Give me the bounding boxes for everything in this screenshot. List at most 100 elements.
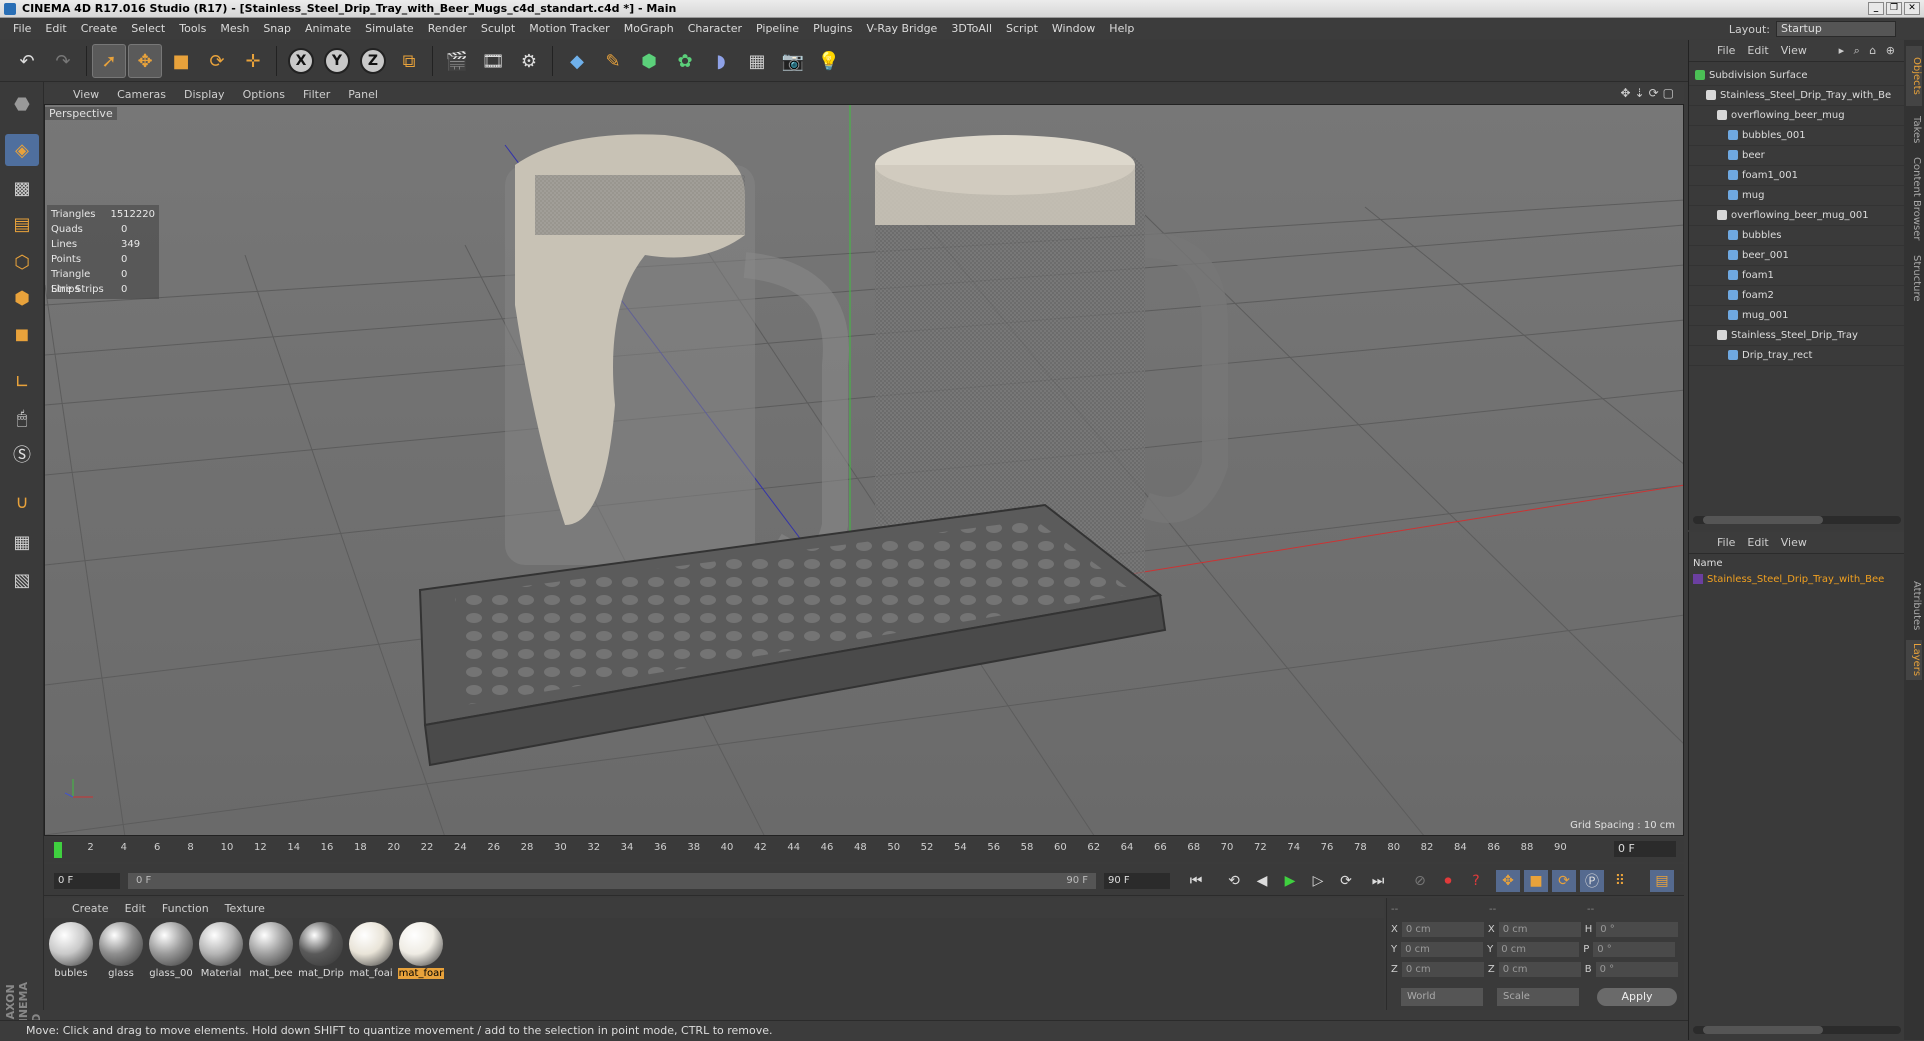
menu-character[interactable]: Character [681, 19, 749, 39]
tab-takes[interactable]: Takes [1906, 110, 1922, 150]
object-tree-item[interactable]: Drip_tray_rect [1689, 346, 1905, 366]
lock-workplane-icon[interactable]: ▦ [5, 526, 39, 558]
camera-label[interactable]: Perspective [45, 107, 117, 120]
tab-objects[interactable]: Objects [1906, 46, 1922, 106]
magnet-icon[interactable]: ∪ [5, 486, 39, 518]
3d-viewport[interactable]: Perspective Triangles 1512220 Quads 0 Line… [44, 104, 1684, 836]
workplane-mode-icon[interactable]: ▤ [5, 208, 39, 240]
material-swatch[interactable]: glass [98, 922, 144, 979]
object-tree-item[interactable]: overflowing_beer_mug [1689, 106, 1905, 126]
object-tree-item[interactable]: beer [1689, 146, 1905, 166]
cube-primitive-icon[interactable]: ◆ [560, 44, 594, 78]
scale-tool-icon[interactable]: ■ [164, 44, 198, 78]
key-pla-icon[interactable]: ⠿ [1608, 870, 1632, 892]
playhead[interactable] [54, 842, 62, 858]
render-settings-icon[interactable]: ⚙ [512, 44, 546, 78]
viewport-nav-icons[interactable]: ✥⇣⟳▢ [1620, 86, 1678, 100]
close-button[interactable]: ✕ [1904, 2, 1920, 15]
timeline-ruler[interactable]: 0246810121416182022242628303234363840424… [44, 838, 1684, 862]
undo-icon[interactable]: ↶ [10, 44, 44, 78]
pen-spline-icon[interactable]: ✎ [596, 44, 630, 78]
menu-motion-tracker[interactable]: Motion Tracker [522, 19, 616, 39]
size-y-field[interactable]: 0 cm [1497, 941, 1580, 957]
tweak-mode-icon[interactable]: 🖱 [5, 402, 39, 434]
material-swatch[interactable]: mat_foar [398, 922, 444, 979]
material-menu-edit[interactable]: Edit [117, 902, 154, 915]
menu-simulate[interactable]: Simulate [358, 19, 421, 39]
object-tree-item[interactable]: mug [1689, 186, 1905, 206]
points-mode-icon[interactable]: ⬡ [5, 246, 39, 278]
light-icon[interactable]: 💡 [812, 44, 846, 78]
axis-y-lock-button[interactable]: Y [320, 44, 354, 78]
object-tree-item[interactable]: bubbles_001 [1689, 126, 1905, 146]
menu-sculpt[interactable]: Sculpt [474, 19, 522, 39]
position-y-field[interactable]: 0 cm [1401, 941, 1484, 957]
camera-icon[interactable]: 📷 [776, 44, 810, 78]
texture-mode-icon[interactable]: ▩ [5, 172, 39, 204]
menu-file[interactable]: File [6, 19, 38, 39]
menu-3dtoall[interactable]: 3DToAll [944, 19, 999, 39]
axis-mode-icon[interactable]: ∟ [5, 366, 39, 398]
previous-key-icon[interactable]: ⟲ [1222, 870, 1246, 892]
object-tree-item[interactable]: bubbles [1689, 226, 1905, 246]
menu-edit[interactable]: Edit [38, 19, 73, 39]
object-menu-file[interactable]: File [1711, 44, 1741, 57]
size-x-field[interactable]: 0 cm [1498, 921, 1581, 937]
floor-scene-icon[interactable]: ▦ [740, 44, 774, 78]
current-frame-field[interactable]: 0 F [1614, 841, 1676, 857]
start-frame-field[interactable]: 0 F [54, 873, 120, 889]
go-to-end-icon[interactable]: ⏭ [1366, 870, 1390, 892]
redo-icon[interactable]: ↷ [46, 44, 80, 78]
array-generator-icon[interactable]: ✿ [668, 44, 702, 78]
go-to-start-icon[interactable]: ⏮ [1184, 870, 1208, 892]
rotate-tool-icon[interactable]: ⟳ [200, 44, 234, 78]
object-tree-item[interactable]: Stainless_Steel_Drip_Tray [1689, 326, 1905, 346]
menu-plugins[interactable]: Plugins [806, 19, 859, 39]
next-frame-icon[interactable]: ▷ [1306, 870, 1330, 892]
material-swatch[interactable]: bubles [48, 922, 94, 979]
polygons-mode-icon[interactable]: ◼ [5, 318, 39, 350]
previous-frame-icon[interactable]: ◀ [1250, 870, 1274, 892]
viewport-menu-view[interactable]: View [64, 88, 108, 101]
rotation-h-field[interactable]: 0 ° [1596, 921, 1679, 937]
model-mode-icon[interactable]: ◈ [5, 134, 39, 166]
record-keys-icon[interactable]: ⊘ [1408, 870, 1432, 892]
maximize-button[interactable]: ❐ [1886, 2, 1902, 15]
menu-script[interactable]: Script [999, 19, 1045, 39]
layer-menu-file[interactable]: File [1711, 536, 1741, 549]
preview-range-slider[interactable]: 0 F 90 F [128, 873, 1096, 889]
object-tree-item[interactable]: mug_001 [1689, 306, 1905, 326]
layer-menu-view[interactable]: View [1775, 536, 1813, 549]
menu-tools[interactable]: Tools [172, 19, 213, 39]
layer-menu-edit[interactable]: Edit [1741, 536, 1774, 549]
key-parameter-icon[interactable]: Ⓟ [1580, 870, 1604, 892]
recent-tool-icon[interactable]: ✛ [236, 44, 270, 78]
coordinate-system-icon[interactable]: ⧉ [392, 44, 426, 78]
layout-dropdown[interactable]: Startup [1776, 21, 1896, 37]
menu-pipeline[interactable]: Pipeline [749, 19, 806, 39]
snap-icon[interactable]: Ⓢ [5, 438, 39, 470]
play-icon[interactable]: ▶ [1278, 870, 1302, 892]
viewport-menu-panel[interactable]: Panel [339, 88, 387, 101]
layer-manager-scrollbar[interactable] [1693, 1026, 1901, 1034]
edges-mode-icon[interactable]: ⬢ [5, 282, 39, 314]
object-tree-item[interactable]: beer_001 [1689, 246, 1905, 266]
material-swatch[interactable]: mat_bee [248, 922, 294, 979]
object-menu-view[interactable]: View [1775, 44, 1813, 57]
tab-content-browser[interactable]: Content Browser [1906, 154, 1922, 244]
viewport-menu-options[interactable]: Options [234, 88, 294, 101]
keyframe-selection-icon[interactable]: ? [1464, 870, 1488, 892]
material-menu-texture[interactable]: Texture [217, 902, 273, 915]
material-swatch[interactable]: glass_00 [148, 922, 194, 979]
material-swatch[interactable]: mat_Drip [298, 922, 344, 979]
object-tree-item[interactable]: Subdivision Surface [1689, 66, 1905, 86]
axis-z-lock-button[interactable]: Z [356, 44, 390, 78]
menu-animate[interactable]: Animate [298, 19, 358, 39]
tab-layers[interactable]: Layers [1906, 640, 1922, 680]
axis-x-lock-button[interactable]: X [284, 44, 318, 78]
timeline-window-icon[interactable]: ▤ [1650, 870, 1674, 892]
object-tree-item[interactable]: overflowing_beer_mug_001 [1689, 206, 1905, 226]
menu-window[interactable]: Window [1045, 19, 1102, 39]
menu-render[interactable]: Render [421, 19, 474, 39]
coordinate-space-dropdown[interactable]: World [1401, 988, 1483, 1006]
